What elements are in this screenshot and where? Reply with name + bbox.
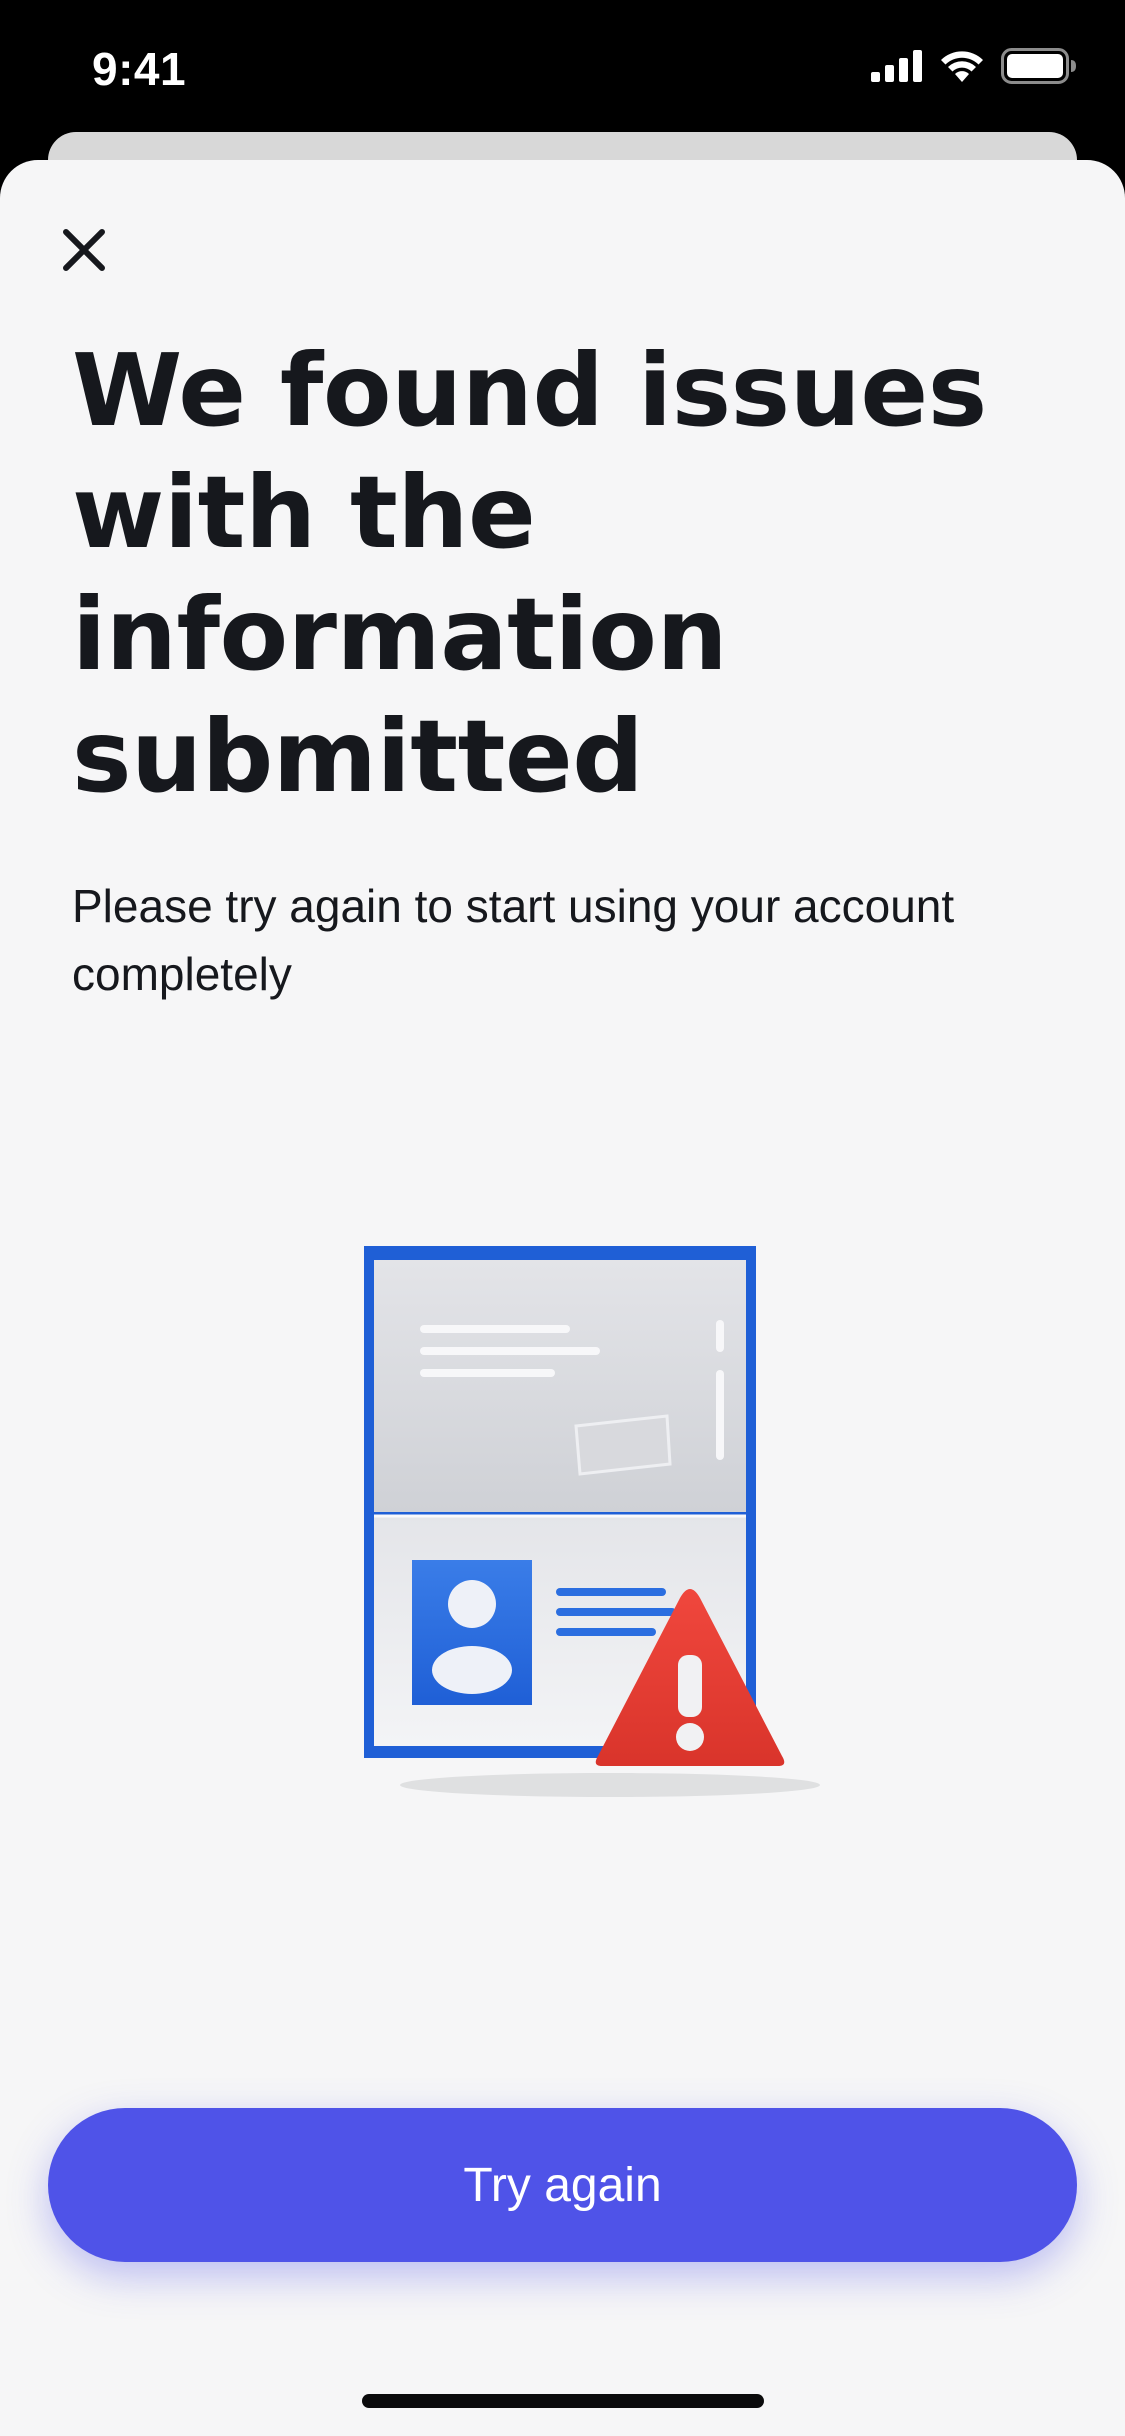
page-title: We found issues with the information sub…	[72, 332, 987, 815]
status-time: 9:41	[92, 43, 187, 95]
home-indicator	[362, 2394, 764, 2408]
modal-sheet: We found issues with the information sub…	[0, 160, 1125, 2436]
cellular-signal-icon	[871, 50, 922, 82]
close-icon	[63, 229, 105, 271]
screen: 9:41 We found issues with the informatio…	[0, 0, 1125, 2436]
status-icons	[871, 48, 1077, 84]
status-bar: 9:41	[0, 0, 1125, 135]
try-again-button[interactable]: Try again	[48, 2108, 1077, 2262]
wifi-icon	[941, 51, 983, 82]
id-document-warning-illustration	[364, 1246, 820, 1797]
page-subtitle: Please try again to start using your acc…	[72, 880, 955, 1000]
battery-icon	[1001, 48, 1076, 84]
close-button[interactable]	[52, 218, 116, 282]
